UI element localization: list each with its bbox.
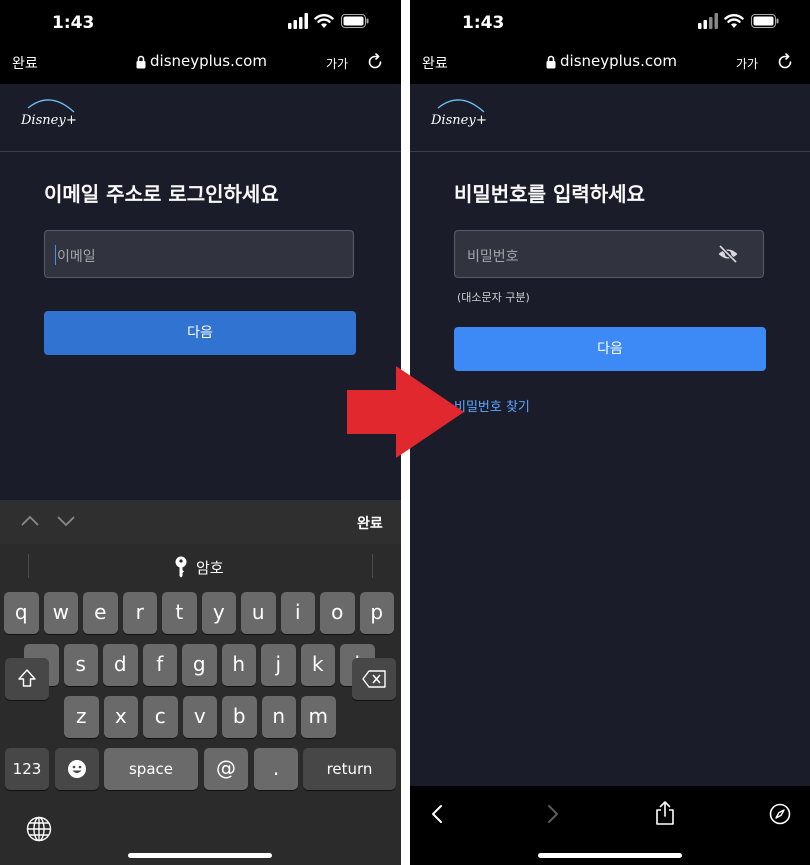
home-indicator[interactable]: [128, 853, 272, 858]
page-title: 이메일 주소로 로그인하세요: [44, 182, 279, 206]
svg-text:+: +: [476, 113, 487, 128]
compass-icon[interactable]: [769, 803, 791, 825]
status-time: 1:43: [462, 13, 505, 33]
key-k[interactable]: k: [300, 644, 335, 686]
key-h[interactable]: h: [221, 644, 256, 686]
text-caret: [55, 245, 56, 265]
suggestion-divider: [372, 554, 373, 578]
password-suggestion-bar: 암호: [0, 544, 401, 588]
key-u[interactable]: u: [241, 592, 276, 634]
forgot-password-link[interactable]: 비밀번호 찾기: [454, 396, 530, 415]
key-d[interactable]: d: [103, 644, 138, 686]
browser-done-button[interactable]: 완료: [12, 53, 38, 73]
suggestion-divider: [28, 554, 29, 578]
reload-icon[interactable]: [776, 53, 794, 71]
password-placeholder: 비밀번호: [467, 249, 519, 265]
svg-text:Disney: Disney: [20, 113, 66, 128]
emoji-icon: [68, 760, 86, 778]
browser-address-bar: 완료 disneyplus.com 가가: [410, 44, 810, 84]
lock-icon: [546, 55, 556, 69]
key-n[interactable]: n: [261, 696, 296, 738]
back-icon[interactable]: [426, 803, 448, 825]
key-t[interactable]: t: [162, 592, 197, 634]
site-header: Disney +: [410, 84, 810, 152]
space-key[interactable]: space: [104, 748, 198, 790]
page-title: 비밀번호를 입력하세요: [454, 182, 645, 206]
key-g[interactable]: g: [182, 644, 217, 686]
at-key[interactable]: @: [204, 748, 248, 790]
globe-icon[interactable]: [26, 816, 52, 842]
browser-done-button[interactable]: 완료: [422, 53, 448, 73]
chevron-up-icon[interactable]: [20, 514, 40, 528]
return-key[interactable]: return: [303, 748, 396, 790]
site-header: Disney +: [0, 84, 401, 152]
chevron-down-icon[interactable]: [56, 514, 76, 528]
disney-plus-logo[interactable]: Disney +: [20, 94, 78, 136]
svg-text:Disney: Disney: [430, 113, 476, 128]
dot-key[interactable]: .: [254, 748, 298, 790]
key-x[interactable]: x: [103, 696, 138, 738]
text-size-button[interactable]: 가가: [736, 55, 758, 72]
share-icon[interactable]: [654, 800, 676, 826]
forward-icon[interactable]: [542, 803, 564, 825]
disney-plus-logo[interactable]: Disney +: [430, 94, 488, 136]
email-placeholder: 이메일: [57, 249, 96, 265]
key-y[interactable]: y: [201, 592, 236, 634]
key-b[interactable]: b: [222, 696, 257, 738]
numbers-key[interactable]: 123: [5, 748, 49, 790]
status-bar: 1:43: [410, 0, 810, 44]
right-arrow-icon: [347, 366, 464, 458]
next-button[interactable]: 다음: [454, 327, 766, 371]
key-p[interactable]: p: [359, 592, 394, 634]
key-c[interactable]: c: [143, 696, 178, 738]
case-sensitive-hint: (대소문자 구분): [457, 291, 530, 304]
url-field[interactable]: disneyplus.com: [560, 52, 677, 70]
delete-key[interactable]: [352, 658, 396, 700]
wifi-icon: [314, 14, 334, 28]
cellular-signal-icon: [288, 13, 308, 29]
key-r[interactable]: r: [122, 592, 157, 634]
keyboard: 완료 암호 qwertyuiop asdfghjkl zxcvbnm: [0, 500, 401, 865]
key-w[interactable]: w: [43, 592, 78, 634]
key-z[interactable]: z: [64, 696, 99, 738]
password-field[interactable]: 비밀번호: [454, 230, 764, 278]
keyboard-done-button[interactable]: 완료: [357, 513, 383, 533]
show-password-icon[interactable]: [717, 244, 739, 264]
wifi-icon: [724, 14, 744, 28]
next-button[interactable]: 다음: [44, 311, 356, 355]
key-i[interactable]: i: [280, 592, 315, 634]
key-q[interactable]: q: [4, 592, 39, 634]
passwords-suggestion[interactable]: 암호: [196, 557, 224, 578]
battery-icon: [341, 14, 369, 28]
key-icon[interactable]: [174, 556, 188, 578]
key-v[interactable]: v: [182, 696, 217, 738]
keyboard-accessory-bar: 완료: [0, 500, 401, 544]
key-s[interactable]: s: [63, 644, 98, 686]
emoji-key[interactable]: [55, 748, 99, 790]
lock-icon: [136, 55, 146, 69]
battery-icon: [751, 14, 779, 28]
browser-address-bar: 완료 disneyplus.com 가가: [0, 44, 401, 84]
phone-screen-password: 1:43 완료 disneyplus.com 가가 Disney + 비밀번호를…: [410, 0, 810, 865]
reload-icon[interactable]: [366, 53, 384, 71]
phone-screen-email: 1:43 완료 disneyplus.com 가가 Disney + 이메일 주…: [0, 0, 401, 865]
home-indicator[interactable]: [538, 853, 682, 858]
status-bar: 1:43: [0, 0, 401, 44]
email-field[interactable]: 이메일: [44, 230, 354, 278]
backspace-icon: [362, 670, 386, 688]
key-o[interactable]: o: [320, 592, 355, 634]
shift-icon: [18, 669, 36, 687]
text-size-button[interactable]: 가가: [326, 55, 348, 72]
cellular-signal-icon: [698, 13, 718, 29]
key-j[interactable]: j: [261, 644, 296, 686]
shift-key[interactable]: [5, 658, 49, 700]
key-e[interactable]: e: [83, 592, 118, 634]
url-field[interactable]: disneyplus.com: [150, 52, 267, 70]
key-f[interactable]: f: [142, 644, 177, 686]
svg-text:+: +: [66, 113, 77, 128]
status-time: 1:43: [52, 13, 95, 33]
key-m[interactable]: m: [301, 696, 336, 738]
